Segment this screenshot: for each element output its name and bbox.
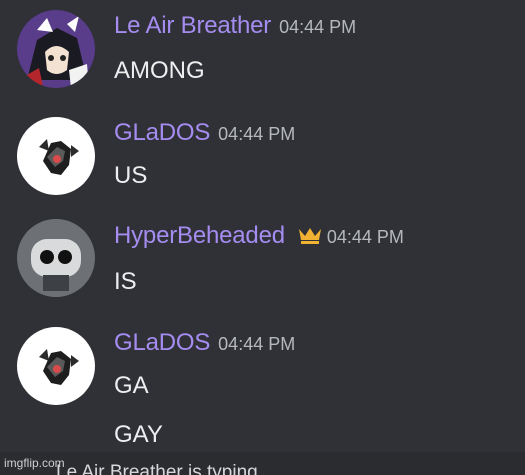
timestamp: 04:44 PM [218,334,296,354]
avatar[interactable] [17,117,95,195]
username[interactable]: HyperBeheaded [114,222,285,250]
timestamp: 04:44 PM [326,227,404,247]
message-header: Le Air Breather 04:44 PM [114,12,356,40]
avatar[interactable] [17,327,95,405]
glados-robot-avatar-icon [17,117,95,195]
username[interactable]: Le Air Breather [114,12,271,40]
message-header: HyperBeheaded 04:44 PM [114,222,404,250]
message-header: GLaDOS 04:44 PM [114,329,295,357]
username[interactable]: GLaDOS [114,119,210,147]
message-text: IS [114,268,137,295]
black-mask-avatar-icon [17,219,95,297]
chat-message-list: Le Air Breather 04:44 PM AMONG GLaDOS 04… [0,0,525,475]
message-text: US [114,162,148,189]
anime-character-avatar-icon [17,10,95,88]
username[interactable]: GLaDOS [114,329,210,357]
timestamp: 04:44 PM [279,17,357,37]
message-text: AMONG [114,57,205,84]
message-text: GAY [114,421,163,448]
timestamp: 04:44 PM [218,124,296,144]
glados-robot-avatar-icon [17,327,95,405]
message-text: GA [114,372,149,399]
watermark: imgflip.com [4,456,65,470]
avatar[interactable] [17,10,95,88]
message-header: GLaDOS 04:44 PM [114,119,295,147]
crown-icon [297,225,323,245]
typing-indicator: Le Air Breather is typing... [56,462,274,475]
avatar[interactable] [17,219,95,297]
